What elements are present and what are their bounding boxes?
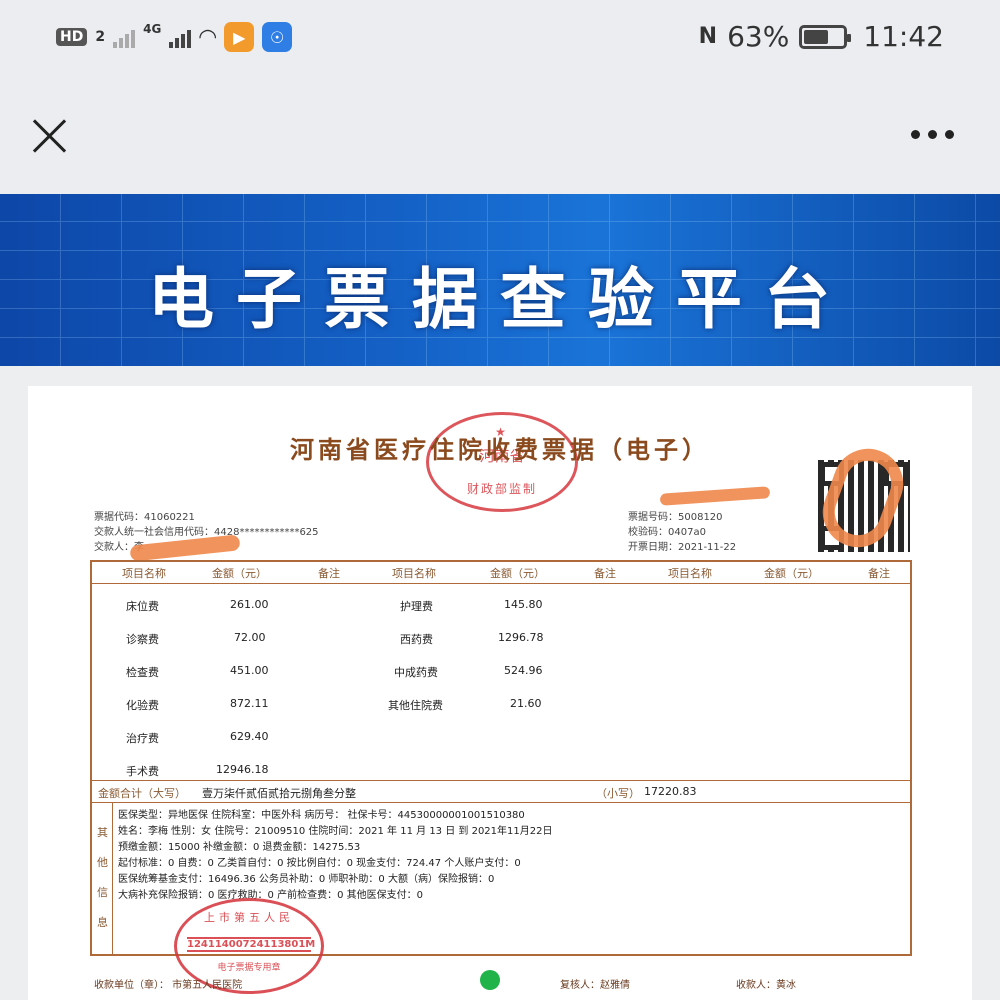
bill-number: 票据号码：5008120 [628, 512, 723, 523]
list-item-amount: 629.40 [230, 730, 269, 743]
total-upper-label: 金额合计（大写） [98, 787, 186, 800]
list-item: 检查费 [126, 666, 159, 679]
list-item-amount: 524.96 [504, 664, 543, 677]
redaction-scribble [659, 486, 771, 506]
banner-title: 电子票据查验平台 [148, 260, 852, 338]
list-item: 其他住院费 [388, 699, 443, 712]
nfc-icon: N [698, 24, 718, 49]
wifi-icon: ◠ [199, 24, 217, 50]
other-info-line: 预缴金额：15000 补缴金额：0 退费金额：14275.53 [118, 842, 361, 853]
network-type: 4G [143, 22, 162, 36]
signal-icon [169, 26, 192, 48]
bill-code: 票据代码：41060221 [94, 512, 195, 523]
clock: 11:42 [863, 20, 944, 53]
battery-percent: 63% [727, 20, 790, 53]
charges-table: 项目名称 金额（元） 备注 项目名称 金额（元） 备注 项目名称 金额（元） 备… [90, 560, 912, 956]
list-item: 护理费 [400, 600, 433, 613]
list-item-amount: 451.00 [230, 664, 269, 677]
list-item-amount: 12946.18 [216, 763, 269, 776]
other-info-line: 医保统筹基金支付：16496.36 公务员补助：0 师职补助：0 大额（病）保险… [118, 874, 495, 885]
list-item-amount: 1296.78 [498, 631, 544, 644]
other-info-label: 他 [97, 856, 108, 869]
other-info-line: 姓名：李梅 性别：女 住院号：21009510 住院时间：2021 年 11 月… [118, 826, 553, 837]
list-item: 西药费 [400, 633, 433, 646]
status-dot [480, 970, 500, 990]
payee: 收款人：黄冰 [736, 980, 796, 991]
redaction-scribble [129, 534, 241, 562]
receipt-card: ★ 河南省 财政部监制 河南省医疗住院收费票据（电子） 票据代码：4106022… [28, 386, 972, 1000]
receipt: ★ 河南省 财政部监制 河南省医疗住院收费票据（电子） 票据代码：4106022… [28, 386, 972, 1000]
divider [112, 802, 113, 956]
other-info-label: 息 [97, 916, 108, 929]
other-info-line: 大病补充保险报销：0 医疗救助：0 产前检查费：0 其他医保支付：0 [118, 890, 423, 901]
list-item: 手术费 [126, 765, 159, 778]
signal-icon-sim2 [113, 26, 136, 48]
issue-date: 开票日期：2021-11-22 [628, 542, 737, 553]
status-left: HD 2 4G ◠ ▶ ☉ [56, 22, 293, 52]
table-header: 项目名称 金额（元） 备注 项目名称 金额（元） 备注 项目名称 金额（元） 备… [92, 562, 910, 584]
bulb-app-icon: ☉ [262, 22, 293, 52]
nav-bar [0, 78, 1000, 194]
list-item-amount: 261.00 [230, 598, 269, 611]
status-bar: HD 2 4G ◠ ▶ ☉ N 63% 11:42 [0, 0, 1000, 78]
more-options-icon[interactable] [911, 130, 954, 139]
divider [92, 780, 910, 781]
hd-badge: HD [56, 28, 88, 46]
status-right: N 63% 11:42 [699, 20, 944, 53]
list-item: 床位费 [126, 600, 159, 613]
other-info-line: 医保类型：异地医保 住院科室：中医外科 病历号： 社保卡号：4453000000… [118, 810, 525, 821]
list-item: 化验费 [126, 699, 159, 712]
header-banner: 电子票据查验平台 [0, 194, 1000, 366]
list-item: 诊察费 [126, 633, 159, 646]
payee-unit: 收款单位（章）： 市第五人民医院 [94, 980, 243, 991]
video-app-icon: ▶ [224, 22, 255, 52]
total-lower-label: （小写） [596, 787, 640, 800]
other-info-line: 起付标准：0 自费：0 乙类首自付：0 按比例自付：0 现金支付：724.47 … [118, 858, 521, 869]
check-code: 校验码：0407a0 [628, 527, 706, 538]
list-item-amount: 72.00 [234, 631, 266, 644]
divider [92, 802, 910, 803]
other-info-label: 信 [97, 886, 108, 899]
reviewer: 复核人：赵雅倩 [560, 980, 630, 991]
list-item-amount: 872.11 [230, 697, 269, 710]
total-upper: 壹万柒仟贰佰贰拾元捌角叁分整 [202, 787, 356, 800]
sim-slot: 2 [95, 29, 106, 45]
other-info-label: 其 [97, 826, 108, 839]
list-item: 治疗费 [126, 732, 159, 745]
list-item: 中成药费 [394, 666, 438, 679]
battery-fill [804, 29, 829, 44]
payer-credit-code: 交款人统一社会信用代码：4428************625 [94, 527, 319, 538]
battery-icon [799, 24, 852, 49]
list-item-amount: 145.80 [504, 598, 543, 611]
total-lower: 17220.83 [644, 785, 697, 798]
list-item-amount: 21.60 [510, 697, 542, 710]
close-icon[interactable] [30, 116, 70, 156]
